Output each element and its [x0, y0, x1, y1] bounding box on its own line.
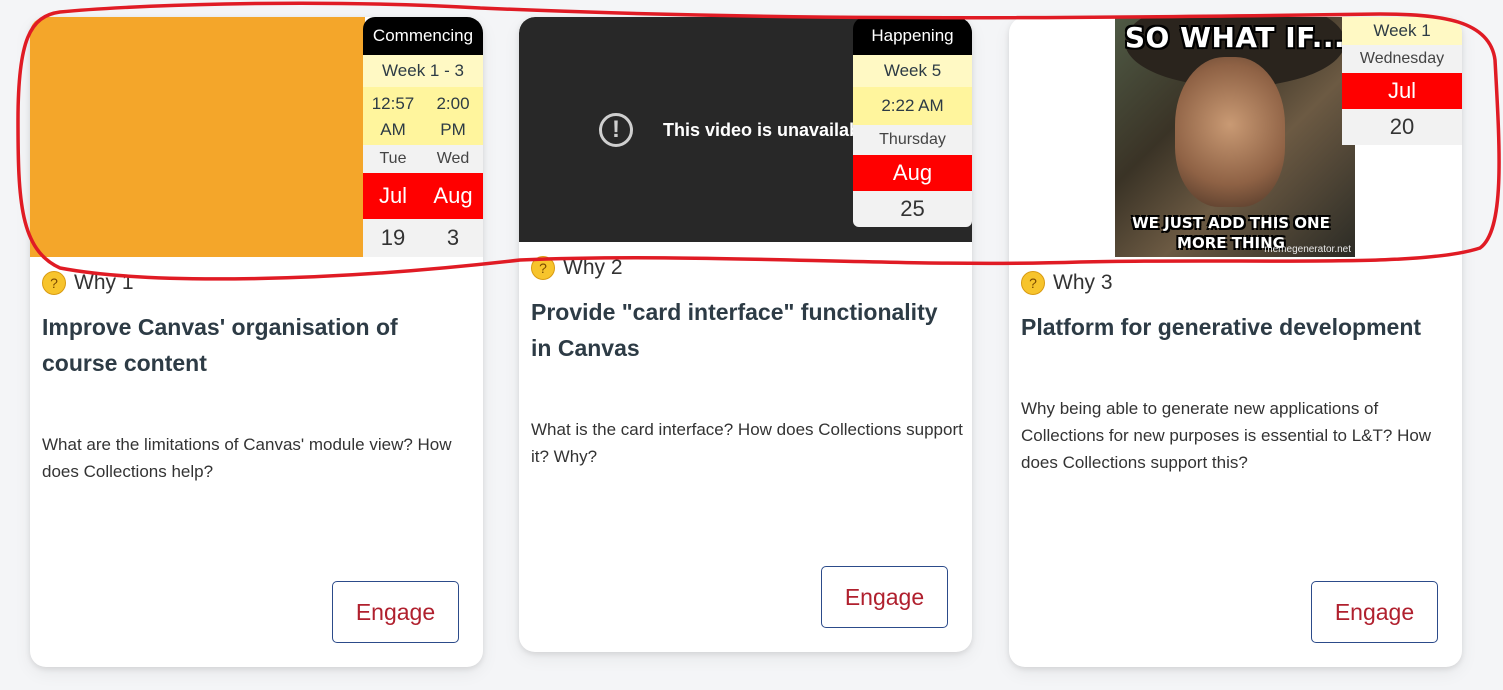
card-why-2: ! This video is unavailable Happening We… [519, 17, 972, 652]
calendar-times: 12:57 AM 2:00 PM [363, 87, 483, 145]
why-label-text: Why 2 [563, 256, 623, 279]
video-unavailable-message: ! This video is unavailable [599, 113, 875, 147]
thinking-face-icon: ? [531, 256, 555, 280]
calendar-end-date: 3 [446, 225, 460, 250]
card-description: What is the card interface? How does Col… [531, 420, 963, 466]
date-calendar: Happening Week 5 2:22 AM Thursday Aug 25 [853, 17, 972, 227]
engage-button[interactable]: Engage [1311, 581, 1438, 643]
calendar-week: Week 1 [1342, 17, 1462, 45]
card-description: Why being able to generate new applicati… [1021, 399, 1432, 472]
banner-placeholder [30, 17, 365, 257]
calendar-start-date: 19 [380, 225, 406, 250]
calendar-end-day: Wed [436, 150, 470, 167]
card-why-1: Commencing Week 1 - 3 12:57 AM 2:00 PM T… [30, 17, 483, 667]
calendar-date: 25 [853, 191, 972, 227]
meme-top-text: SO WHAT IF... [1124, 21, 1346, 54]
calendar-month: Jul [1342, 73, 1462, 109]
calendar-day: Thursday [853, 125, 972, 155]
engage-button[interactable]: Engage [332, 581, 459, 643]
video-unavailable-text: This video is unavailable [663, 119, 876, 140]
calendar-header: Happening [853, 17, 972, 55]
calendar-dates: 19 3 [363, 219, 483, 257]
calendar-time: 2:22 AM [853, 87, 972, 125]
why-label-text: Why 3 [1053, 271, 1113, 294]
calendar-week: Week 1 - 3 [363, 55, 483, 87]
why-label: ? Why 3 [1021, 271, 1113, 295]
calendar-month: Aug [853, 155, 972, 191]
card-why-3: SO WHAT IF... WE JUST ADD THIS ONE MORE … [1009, 17, 1462, 667]
calendar-date: 20 [1342, 109, 1462, 145]
meme-watermark: memegenerator.net [1264, 244, 1351, 255]
card-description: What are the limitations of Canvas' modu… [42, 435, 452, 481]
card-title: Provide "card interface" functionality i… [531, 299, 938, 361]
card-title: Platform for generative development [1021, 314, 1422, 340]
alert-icon: ! [599, 113, 633, 147]
calendar-header: Commencing [363, 17, 483, 55]
why-label-text: Why 1 [74, 271, 134, 294]
calendar-start-day: Tue [379, 150, 407, 167]
date-calendar: Week 1 Wednesday Jul 20 [1342, 17, 1462, 145]
calendar-days: Tue Wed [363, 145, 483, 173]
calendar-end-month: Aug [433, 183, 473, 208]
calendar-months: Jul Aug [363, 173, 483, 219]
face-shape [1175, 57, 1285, 207]
calendar-end-time: 2:00 PM [436, 94, 470, 139]
calendar-start-month: Jul [378, 183, 408, 208]
thinking-face-icon: ? [42, 271, 66, 295]
calendar-day: Wednesday [1342, 45, 1462, 73]
engage-button[interactable]: Engage [821, 566, 948, 628]
date-calendar: Commencing Week 1 - 3 12:57 AM 2:00 PM T… [363, 17, 483, 257]
thinking-face-icon: ? [1021, 271, 1045, 295]
card-title: Improve Canvas' organisation of course c… [42, 314, 398, 376]
why-label: ? Why 1 [42, 271, 134, 295]
calendar-week: Week 5 [853, 55, 972, 87]
calendar-start-time: 12:57 AM [371, 94, 415, 139]
meme-image: SO WHAT IF... WE JUST ADD THIS ONE MORE … [1115, 17, 1355, 257]
why-label: ? Why 2 [531, 256, 623, 280]
